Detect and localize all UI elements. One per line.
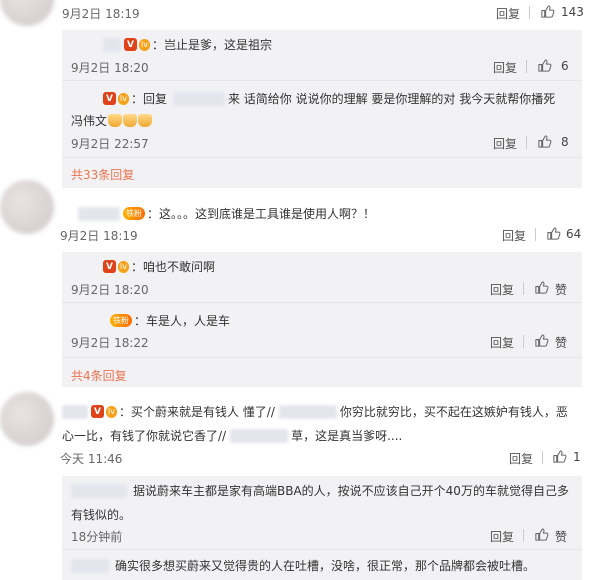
- reply-button[interactable]: 回复: [496, 5, 520, 22]
- reply-item: 铁粉 ：车是人，人是车: [110, 312, 230, 329]
- v-badge-icon: V: [103, 92, 116, 105]
- username[interactable]: [62, 404, 88, 419]
- reply-prefix: ：回复: [130, 92, 167, 106]
- reply-button[interactable]: 回复: [490, 528, 514, 545]
- divider: [535, 228, 536, 241]
- fan-badge-icon: 铁粉: [110, 314, 132, 327]
- comment-header: V lv ：买个蔚来就是有钱人 懂了// 你穷比就穷比，买不起在这嫉妒有钱人，恶: [62, 403, 568, 420]
- like-count: 6: [561, 59, 569, 73]
- thumbs-up-icon[interactable]: [537, 134, 552, 149]
- level-badge-icon: lv: [118, 260, 129, 273]
- mentioned-username[interactable]: [172, 91, 225, 106]
- reply-time: 18分钟前: [71, 530, 123, 544]
- reply-line: 有钱似的。: [71, 506, 131, 523]
- comment-time: 今天 11:46: [60, 452, 123, 466]
- divider: [542, 451, 543, 464]
- divider: [62, 302, 582, 303]
- divider: [62, 357, 582, 358]
- divider: [523, 335, 524, 348]
- username[interactable]: [103, 37, 121, 52]
- reply-time: 9月2日 18:22: [71, 336, 149, 350]
- comment-text-cont: 草，这是真当爹呀....: [291, 429, 403, 443]
- reply-text: 来 话简给你 说说你的理解 要是你理解的对 我今天就帮你播死: [227, 92, 556, 106]
- reply-button[interactable]: 回复: [490, 334, 514, 351]
- clap-emoji-icon: [138, 114, 153, 127]
- like-label[interactable]: 赞: [555, 334, 567, 351]
- reply-time: 9月2日 22:57: [71, 137, 149, 151]
- thumbs-up-icon[interactable]: [552, 449, 567, 464]
- comment-time: 9月2日 18:19: [60, 229, 138, 243]
- reply-text-cont: 有钱似的。: [71, 508, 132, 522]
- comment-text: ：买个蔚来就是有钱人 懂了//: [118, 405, 275, 419]
- comment-text-cont: 你穷比就穷比，买不起在这嫉妒有钱人，恶: [339, 405, 568, 419]
- thumbs-up-icon[interactable]: [534, 333, 549, 348]
- avatar[interactable]: [0, 0, 54, 26]
- avatar[interactable]: [0, 180, 54, 234]
- fan-badge-icon: 铁粉: [123, 207, 145, 220]
- thumbs-up-icon[interactable]: [546, 226, 561, 241]
- comment-header: 铁粉 ：这。。。这到底谁是工具谁是使用人啊？！: [78, 205, 375, 222]
- thumbs-up-icon[interactable]: [534, 527, 549, 542]
- v-badge-icon: V: [124, 38, 137, 51]
- reply-button[interactable]: 回复: [493, 135, 517, 152]
- divider: [523, 529, 524, 542]
- username[interactable]: [78, 206, 120, 221]
- divider: [529, 6, 530, 19]
- divider: [62, 549, 582, 550]
- like-count: 143: [561, 5, 584, 19]
- reply-text: 确实很多想买蔚来又觉得贵的人在吐槽，没啥，很正常，那个品牌都会被吐槽。: [115, 559, 536, 573]
- divider: [526, 60, 527, 73]
- avatar[interactable]: [0, 392, 54, 446]
- reply-item: 据说蔚来车主都是家有高端BBA的人，按说不应该自己开个40万的车就觉得自己多: [71, 482, 569, 499]
- thumbs-up-icon[interactable]: [537, 58, 552, 73]
- like-count: 1: [573, 450, 581, 464]
- reply-button[interactable]: 回复: [490, 281, 514, 298]
- divider: [523, 282, 524, 295]
- comment-text: ：这。。。这到底谁是工具谁是使用人啊？！: [147, 207, 376, 221]
- reply-text: ：咱也不敢问啊: [130, 260, 215, 274]
- reply-time: 9月2日 18:20: [71, 283, 149, 297]
- reply-text-cont: 冯伟文: [71, 114, 108, 128]
- like-count: 64: [566, 227, 582, 241]
- v-badge-icon: V: [91, 405, 104, 418]
- more-replies-link[interactable]: 共4条回复: [71, 367, 127, 384]
- username[interactable]: [71, 558, 109, 573]
- level-badge-icon: lv: [118, 92, 129, 105]
- divider: [62, 80, 582, 81]
- like-label[interactable]: 赞: [555, 281, 567, 298]
- reply-text: ：岂止是爹，这是祖宗: [151, 38, 272, 52]
- divider: [526, 136, 527, 149]
- more-replies-bar: [62, 158, 582, 188]
- reply-item: 确实很多想买蔚来又觉得贵的人在吐槽，没啥，很正常，那个品牌都会被吐槽。: [71, 557, 535, 574]
- mentioned-username[interactable]: [278, 404, 337, 419]
- reply-button[interactable]: 回复: [509, 450, 533, 467]
- v-badge-icon: V: [103, 260, 116, 273]
- comment-text-cont: 心一比，有钱了你就说它香了//: [62, 429, 227, 443]
- comment-line: 心一比，有钱了你就说它香了// 草，这是真当爹呀....: [62, 427, 402, 444]
- comment-time: 9月2日 18:19: [62, 7, 140, 21]
- reply-text: 据说蔚来车主都是家有高端BBA的人，按说不应该自己开个40万的车就觉得自己多: [133, 484, 569, 498]
- reply-time: 9月2日 18:20: [71, 61, 149, 75]
- like-label[interactable]: 赞: [555, 528, 567, 545]
- reply-button[interactable]: 回复: [493, 59, 517, 76]
- like-count: 8: [561, 135, 569, 149]
- clap-emoji-icon: [123, 114, 138, 127]
- level-badge-icon: lv: [139, 38, 150, 51]
- username[interactable]: [71, 483, 127, 498]
- level-badge-icon: lv: [106, 405, 117, 418]
- reply-item: V lv ：咱也不敢问啊: [103, 258, 215, 275]
- mentioned-username[interactable]: [230, 428, 289, 443]
- clap-emoji-icon: [108, 114, 123, 127]
- reply-text-line: 冯伟文: [71, 112, 153, 129]
- thumbs-up-icon[interactable]: [540, 4, 555, 19]
- thumbs-up-icon[interactable]: [534, 280, 549, 295]
- reply-item: V lv ：回复 来 话简给你 说说你的理解 要是你理解的对 我今天就帮你播死: [103, 90, 555, 107]
- reply-item: V lv ：岂止是爹，这是祖宗: [103, 36, 272, 53]
- more-replies-link[interactable]: 共33条回复: [71, 166, 134, 183]
- reply-button[interactable]: 回复: [502, 227, 526, 244]
- reply-text: ：车是人，人是车: [134, 314, 231, 328]
